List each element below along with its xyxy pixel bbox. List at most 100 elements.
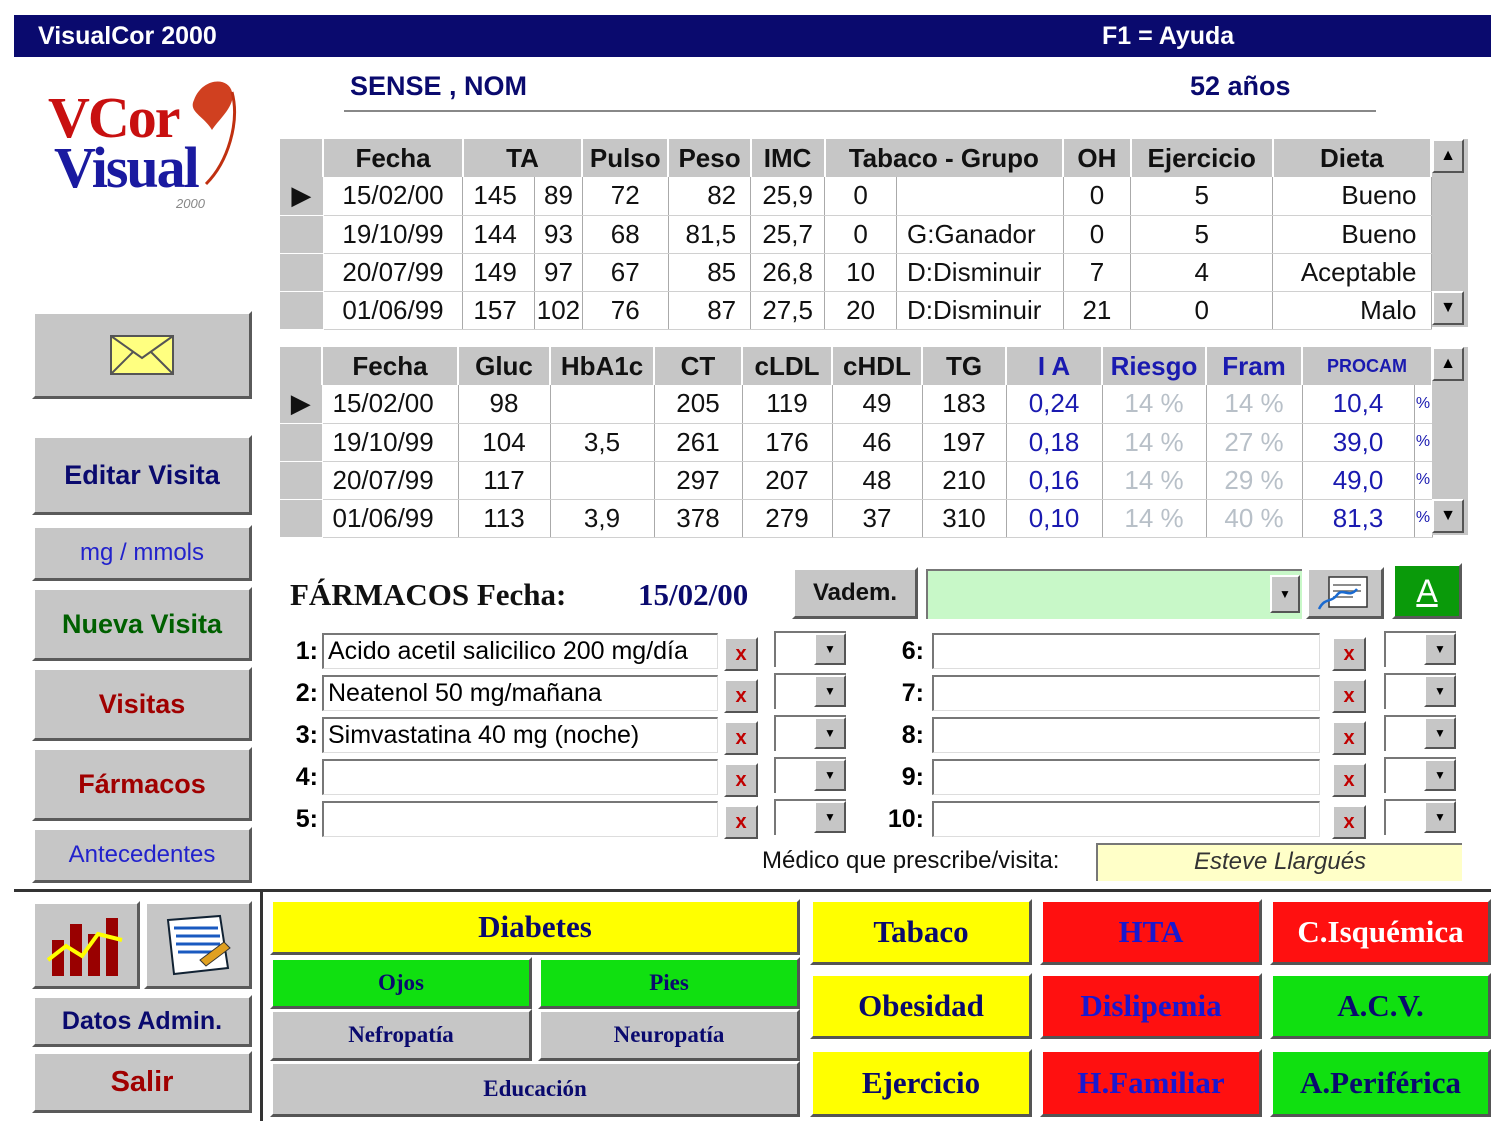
mail-button[interactable]: [32, 311, 252, 399]
chevron-down-icon[interactable]: ▼: [1424, 633, 1456, 665]
lab-header-cell: CT: [654, 347, 743, 385]
nueva-visita-button[interactable]: Nueva Visita: [32, 587, 252, 661]
pies-button[interactable]: Pies: [538, 957, 800, 1009]
medico-field[interactable]: Esteve Llargués: [1096, 843, 1462, 881]
ojos-button[interactable]: Ojos: [270, 957, 532, 1009]
cisquemica-button[interactable]: C.Isquémica: [1270, 899, 1491, 965]
drug-input[interactable]: [322, 759, 718, 795]
row-selector[interactable]: [280, 461, 323, 500]
chevron-down-icon[interactable]: ▼: [1270, 575, 1300, 613]
salir-button[interactable]: Salir: [32, 1051, 252, 1113]
font-button[interactable]: A: [1392, 563, 1462, 619]
drug-input[interactable]: Neatenol 50 mg/mañana: [322, 675, 718, 711]
scroll-up-icon[interactable]: ▲: [1432, 139, 1464, 173]
drug-schedule-select[interactable]: ▼: [774, 799, 846, 835]
visits-scrollbar[interactable]: ▲ ▼: [1432, 139, 1468, 327]
obesidad-button[interactable]: Obesidad: [810, 973, 1032, 1039]
drug-input[interactable]: [932, 759, 1320, 795]
visits-row[interactable]: 01/06/99 157 102 76 87 27,5 20 D:Disminuir 21 0 Ma…: [280, 291, 1432, 330]
diabetes-button[interactable]: Diabetes: [270, 899, 800, 955]
delete-drug-icon[interactable]: x: [724, 763, 758, 797]
lab-row[interactable]: ▶ 15/02/00 98 205 119 49 183 0,24 14 % 14 % 10,4%: [280, 385, 1433, 424]
drug-schedule-select[interactable]: ▼: [774, 631, 846, 667]
lab-row[interactable]: 20/07/99 117 297 207 48 210 0,16 14 % 29 % 49,0%: [280, 461, 1433, 500]
vademecum-button[interactable]: Vadem.: [792, 567, 918, 619]
report-button[interactable]: [144, 901, 252, 989]
units-toggle-button[interactable]: mg / mmols: [32, 525, 252, 581]
row-selector[interactable]: [280, 291, 324, 330]
educacion-button[interactable]: Educación: [270, 1061, 800, 1117]
drug-search-combo[interactable]: ▼: [926, 569, 1302, 619]
drug-input[interactable]: [932, 801, 1320, 837]
editar-visita-button[interactable]: Editar Visita: [32, 435, 252, 515]
drug-schedule-select[interactable]: ▼: [774, 757, 846, 793]
drug-input[interactable]: [932, 717, 1320, 753]
hfamiliar-button[interactable]: H.Familiar: [1040, 1049, 1262, 1117]
chevron-down-icon[interactable]: ▼: [814, 801, 846, 833]
tabaco-button[interactable]: Tabaco: [810, 899, 1032, 965]
delete-drug-icon[interactable]: x: [724, 637, 758, 671]
aperiferica-button[interactable]: A.Periférica: [1270, 1049, 1491, 1117]
row-selector[interactable]: [280, 499, 323, 538]
hta-button[interactable]: HTA: [1040, 899, 1262, 965]
visits-row[interactable]: 19/10/99 144 93 68 81,5 25,7 0 G:Ganador 0 5 Bueno: [280, 215, 1432, 254]
chevron-down-icon[interactable]: ▼: [814, 717, 846, 749]
row-selector[interactable]: [280, 423, 323, 462]
chevron-down-icon[interactable]: ▼: [1424, 759, 1456, 791]
drug-schedule-select[interactable]: ▼: [774, 715, 846, 751]
delete-drug-icon[interactable]: x: [1332, 763, 1366, 797]
delete-drug-icon[interactable]: x: [724, 679, 758, 713]
visits-row[interactable]: 20/07/99 149 97 67 85 26,8 10 D:Disminuir 7 4 Acep…: [280, 253, 1432, 292]
datos-admin-button[interactable]: Datos Admin.: [32, 995, 252, 1047]
drug-schedule-select[interactable]: ▼: [1384, 715, 1456, 751]
chevron-down-icon[interactable]: ▼: [1424, 717, 1456, 749]
lab-row[interactable]: 01/06/99 113 3,9 378 279 37 310 0,10 14 % 40 % 81,…: [280, 499, 1433, 538]
row-selector[interactable]: [280, 215, 324, 254]
antecedentes-button[interactable]: Antecedentes: [32, 827, 252, 883]
visits-cell: 0: [1130, 291, 1274, 330]
delete-drug-icon[interactable]: x: [724, 721, 758, 755]
scroll-down-icon[interactable]: ▼: [1432, 499, 1464, 533]
delete-drug-icon[interactable]: x: [724, 805, 758, 839]
current-row-arrow-icon[interactable]: ▶: [280, 177, 324, 216]
drug-input[interactable]: Acido acetil salicilico 200 mg/día: [322, 633, 718, 669]
scroll-up-icon[interactable]: ▲: [1432, 347, 1464, 381]
chevron-down-icon[interactable]: ▼: [814, 675, 846, 707]
lab-cell: 0,16: [1006, 461, 1103, 500]
delete-drug-icon[interactable]: x: [1332, 721, 1366, 755]
drug-schedule-select[interactable]: ▼: [1384, 673, 1456, 709]
visitas-button[interactable]: Visitas: [32, 667, 252, 741]
acv-button[interactable]: A.C.V.: [1270, 973, 1491, 1039]
dislipemia-button[interactable]: Dislipemia: [1040, 973, 1262, 1039]
chevron-down-icon[interactable]: ▼: [1424, 801, 1456, 833]
chevron-down-icon[interactable]: ▼: [814, 759, 846, 791]
current-row-arrow-icon[interactable]: ▶: [280, 385, 323, 424]
visits-row[interactable]: ▶ 15/02/00 145 89 72 82 25,9 0 0 5 Bueno: [280, 177, 1432, 216]
delete-drug-icon[interactable]: x: [1332, 805, 1366, 839]
drug-input[interactable]: Simvastatina 40 mg (noche): [322, 717, 718, 753]
lab-scrollbar[interactable]: ▲ ▼: [1432, 347, 1468, 535]
charts-button[interactable]: [32, 901, 140, 989]
delete-drug-icon[interactable]: x: [1332, 637, 1366, 671]
drug-input[interactable]: [932, 675, 1320, 711]
scroll-down-icon[interactable]: ▼: [1432, 291, 1464, 325]
drug-schedule-select[interactable]: ▼: [774, 673, 846, 709]
delete-drug-icon[interactable]: x: [1332, 679, 1366, 713]
drug-schedule-select[interactable]: ▼: [1384, 631, 1456, 667]
drug-input[interactable]: [932, 633, 1320, 669]
drug-schedule-select[interactable]: ▼: [1384, 799, 1456, 835]
lab-cell: 207: [742, 461, 833, 500]
chevron-down-icon[interactable]: ▼: [814, 633, 846, 665]
medico-label: Médico que prescribe/visita:: [762, 847, 1060, 874]
row-selector[interactable]: [280, 253, 324, 292]
nefropatia-button[interactable]: Nefropatía: [270, 1009, 532, 1061]
lab-row[interactable]: 19/10/99 104 3,5 261 176 46 197 0,18 14 % 27 % 39,…: [280, 423, 1433, 462]
neuropatia-button[interactable]: Neuropatía: [538, 1009, 800, 1061]
drug-schedule-select[interactable]: ▼: [1384, 757, 1456, 793]
drug-input[interactable]: [322, 801, 718, 837]
visits-cell: 0: [1063, 177, 1132, 216]
farmacos-button[interactable]: Fármacos: [32, 747, 252, 821]
chevron-down-icon[interactable]: ▼: [1424, 675, 1456, 707]
prescription-button[interactable]: [1306, 567, 1384, 619]
ejercicio-button[interactable]: Ejercicio: [810, 1049, 1032, 1117]
